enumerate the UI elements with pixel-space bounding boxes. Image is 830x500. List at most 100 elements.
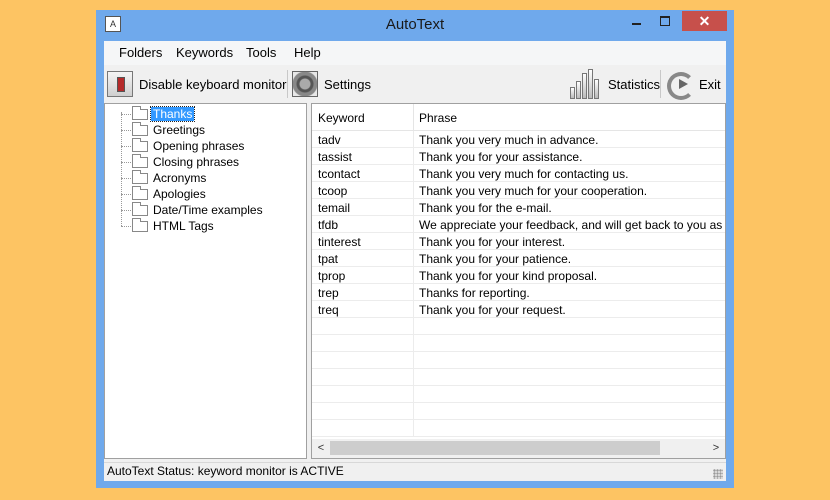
row-keyword: tprop bbox=[318, 269, 346, 283]
scrollbar-thumb[interactable] bbox=[330, 441, 660, 455]
tree-item-closing-phrases[interactable]: Closing phrases bbox=[105, 153, 241, 170]
row-keyword: tadv bbox=[318, 133, 341, 147]
row-keyword: tfdb bbox=[318, 218, 339, 232]
column-divider[interactable] bbox=[413, 104, 414, 130]
settings-label: Settings bbox=[324, 76, 371, 92]
folder-icon bbox=[132, 185, 148, 200]
tree-item-label: Greetings bbox=[153, 123, 206, 137]
autotext-window: A AutoText ✕ Folders Keywords Tools Help… bbox=[96, 10, 734, 488]
gear-icon bbox=[292, 71, 318, 97]
statistics-button[interactable]: Statistics bbox=[570, 69, 660, 99]
table-row bbox=[312, 369, 725, 386]
exit-label: Exit bbox=[699, 76, 721, 92]
row-phrase: We appreciate your feedback, and will ge… bbox=[419, 218, 725, 232]
disable-keyboard-monitor-label: Disable keyboard monitor bbox=[139, 76, 287, 92]
menu-keywords[interactable]: Keywords bbox=[176, 45, 233, 60]
row-keyword: trep bbox=[318, 286, 339, 300]
column-header-phrase[interactable]: Phrase bbox=[419, 111, 457, 125]
tree-item-acronyms[interactable]: Acronyms bbox=[105, 169, 208, 186]
title-bar[interactable]: A AutoText ✕ bbox=[96, 10, 734, 41]
exit-icon bbox=[665, 70, 695, 100]
menu-tools[interactable]: Tools bbox=[246, 45, 276, 60]
menu-bar: Folders Keywords Tools Help bbox=[104, 41, 726, 65]
toolbar: Disable keyboard monitor Settings Statis… bbox=[104, 66, 726, 103]
row-phrase: Thank you for your request. bbox=[419, 303, 566, 317]
row-keyword: tcontact bbox=[318, 167, 361, 181]
tree-item-html-tags[interactable]: HTML Tags bbox=[105, 217, 216, 234]
table-row[interactable]: tassist Thank you for your assistance. bbox=[312, 148, 725, 165]
table-row bbox=[312, 420, 725, 437]
client-area: Folders Keywords Tools Help Disable keyb… bbox=[104, 41, 726, 481]
folder-icon bbox=[132, 169, 148, 184]
settings-button[interactable]: Settings bbox=[292, 69, 371, 99]
row-phrase: Thank you very much in advance. bbox=[419, 133, 599, 147]
row-keyword: tassist bbox=[318, 150, 353, 164]
close-icon: ✕ bbox=[698, 13, 711, 29]
keyword-list[interactable]: Keyword Phrase tadv Thank you very much i… bbox=[311, 103, 726, 459]
maximize-button[interactable] bbox=[652, 11, 678, 31]
row-keyword: tinterest bbox=[318, 235, 361, 249]
row-phrase: Thank you very much for contacting us. bbox=[419, 167, 629, 181]
bar-chart-icon bbox=[570, 69, 602, 99]
toolbar-separator bbox=[660, 70, 661, 98]
table-row[interactable]: tcontact Thank you very much for contacti… bbox=[312, 165, 725, 182]
row-phrase: Thank you for your kind proposal. bbox=[419, 269, 598, 283]
scroll-left-icon[interactable]: < bbox=[314, 441, 328, 455]
tree-item-opening-phrases[interactable]: Opening phrases bbox=[105, 137, 246, 154]
table-row bbox=[312, 318, 725, 335]
list-header: Keyword Phrase bbox=[312, 104, 725, 131]
tree-item-label: Acronyms bbox=[153, 171, 207, 185]
exit-button[interactable]: Exit bbox=[665, 69, 721, 100]
column-header-keyword[interactable]: Keyword bbox=[318, 111, 365, 125]
row-phrase: Thank you for your interest. bbox=[419, 235, 566, 249]
table-row[interactable]: trep Thanks for reporting. bbox=[312, 284, 725, 301]
table-row bbox=[312, 352, 725, 369]
tree-item-thanks[interactable]: Thanks bbox=[105, 105, 196, 122]
tree-item-label: Closing phrases bbox=[153, 155, 240, 169]
minimize-button[interactable] bbox=[624, 11, 650, 31]
folder-icon bbox=[132, 105, 148, 120]
tree-item-apologies[interactable]: Apologies bbox=[105, 185, 208, 202]
folder-tree[interactable]: Thanks Greetings Opening phrases Closing… bbox=[104, 103, 307, 459]
horizontal-scrollbar[interactable]: < > bbox=[312, 439, 725, 458]
menu-help[interactable]: Help bbox=[294, 45, 321, 60]
tree-item-greetings[interactable]: Greetings bbox=[105, 121, 207, 138]
folder-icon bbox=[132, 137, 148, 152]
disable-keyboard-monitor-button[interactable]: Disable keyboard monitor bbox=[107, 69, 286, 99]
tree-item-label: Opening phrases bbox=[153, 139, 245, 153]
list-rows: tadv Thank you very much in advance. tassi… bbox=[312, 131, 725, 437]
folder-icon bbox=[132, 153, 148, 168]
table-row[interactable]: treq Thank you for your request. bbox=[312, 301, 725, 318]
row-phrase: Thank you for your patience. bbox=[419, 252, 572, 266]
row-keyword: treq bbox=[318, 303, 339, 317]
folder-icon bbox=[132, 201, 148, 216]
table-row[interactable]: tcoop Thank you very much for your cooper… bbox=[312, 182, 725, 199]
row-phrase: Thanks for reporting. bbox=[419, 286, 530, 300]
folder-icon bbox=[132, 217, 148, 232]
table-row[interactable]: temail Thank you for the e-mail. bbox=[312, 199, 725, 216]
tree-item-label: Thanks bbox=[149, 106, 196, 122]
close-button[interactable]: ✕ bbox=[682, 11, 727, 31]
folder-icon bbox=[132, 121, 148, 136]
table-row bbox=[312, 386, 725, 403]
row-keyword: temail bbox=[318, 201, 351, 215]
scroll-right-icon[interactable]: > bbox=[709, 441, 723, 455]
table-row[interactable]: tinterest Thank you for your interest. bbox=[312, 233, 725, 250]
menu-folders[interactable]: Folders bbox=[119, 45, 162, 60]
table-row[interactable]: tadv Thank you very much in advance. bbox=[312, 131, 725, 148]
status-text: AutoText Status: keyword monitor is ACTI… bbox=[107, 464, 344, 478]
row-phrase: Thank you very much for your cooperation… bbox=[419, 184, 648, 198]
tree-item-date-time-examples[interactable]: Date/Time examples bbox=[105, 201, 265, 218]
table-row[interactable]: tfdb We appreciate your feedback, and wil… bbox=[312, 216, 725, 233]
row-phrase: Thank you for your assistance. bbox=[419, 150, 583, 164]
table-row bbox=[312, 335, 725, 352]
resize-grip-icon[interactable] bbox=[713, 469, 723, 479]
tree-item-label: Apologies bbox=[153, 187, 206, 201]
table-row[interactable]: tpat Thank you for your patience. bbox=[312, 250, 725, 267]
table-row[interactable]: tprop Thank you for your kind proposal. bbox=[312, 267, 725, 284]
row-keyword: tpat bbox=[318, 252, 339, 266]
toolbar-separator bbox=[287, 70, 288, 98]
tree-item-label: Date/Time examples bbox=[153, 203, 263, 217]
statistics-label: Statistics bbox=[608, 76, 661, 92]
row-phrase: Thank you for the e-mail. bbox=[419, 201, 552, 215]
